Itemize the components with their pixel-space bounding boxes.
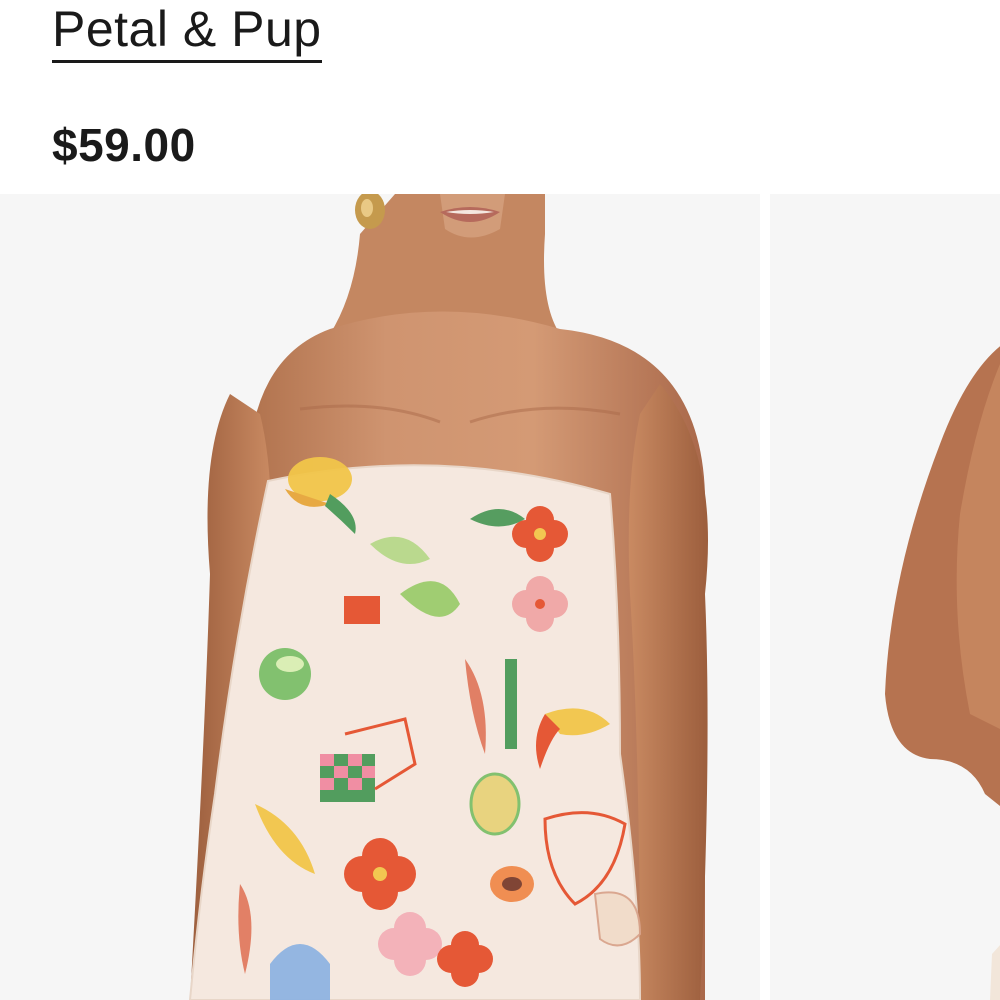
product-page: Petal & Pup $59.00 [0, 0, 1000, 1000]
brand-link[interactable]: Petal & Pup [52, 0, 322, 63]
model-photo-front [0, 194, 760, 1000]
product-image-next[interactable] [770, 194, 1000, 1000]
product-price: $59.00 [52, 119, 196, 171]
product-image-main[interactable] [0, 194, 760, 1000]
model-photo-back [770, 194, 1000, 1000]
product-image-gallery[interactable] [0, 194, 1000, 1000]
